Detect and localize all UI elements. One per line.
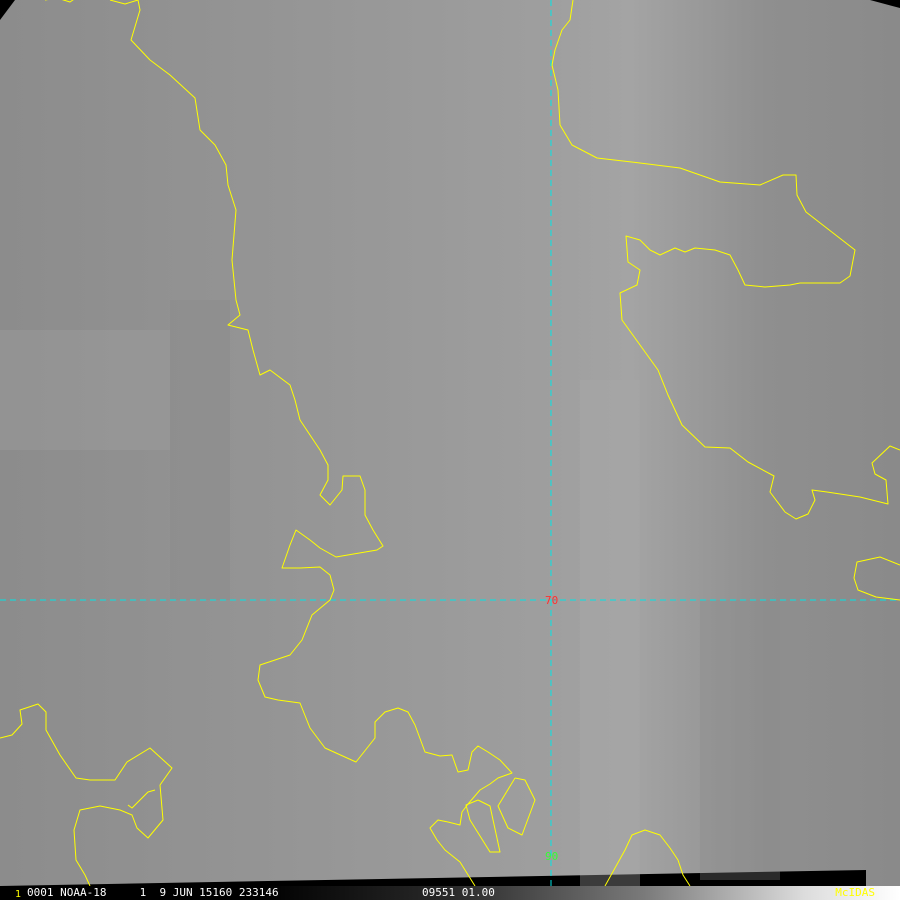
latitude-label: 70 [545, 594, 558, 607]
texture-streak [700, 600, 780, 880]
status-bar: 1 0001 NOAA-18 1 9 JUN 15160 233146 0955… [0, 886, 900, 900]
longitude-label: 90 [545, 850, 558, 863]
texture-streak [580, 380, 640, 886]
satellite-image-frame: 70 90 1 0001 NOAA-18 1 9 JUN 15160 23314… [0, 0, 900, 900]
satellite-map: 70 90 [0, 0, 900, 886]
grayscale-ramp [260, 886, 900, 900]
texture-streak [170, 300, 230, 600]
band-info: 09551 01.00 [422, 886, 495, 899]
texture-streak [0, 330, 170, 450]
satellite-info: 0001 NOAA-18 1 9 JUN 15160 233146 [27, 886, 279, 899]
mcidas-brand: McIDAS [835, 886, 875, 899]
frame-number: 1 [15, 889, 22, 900]
